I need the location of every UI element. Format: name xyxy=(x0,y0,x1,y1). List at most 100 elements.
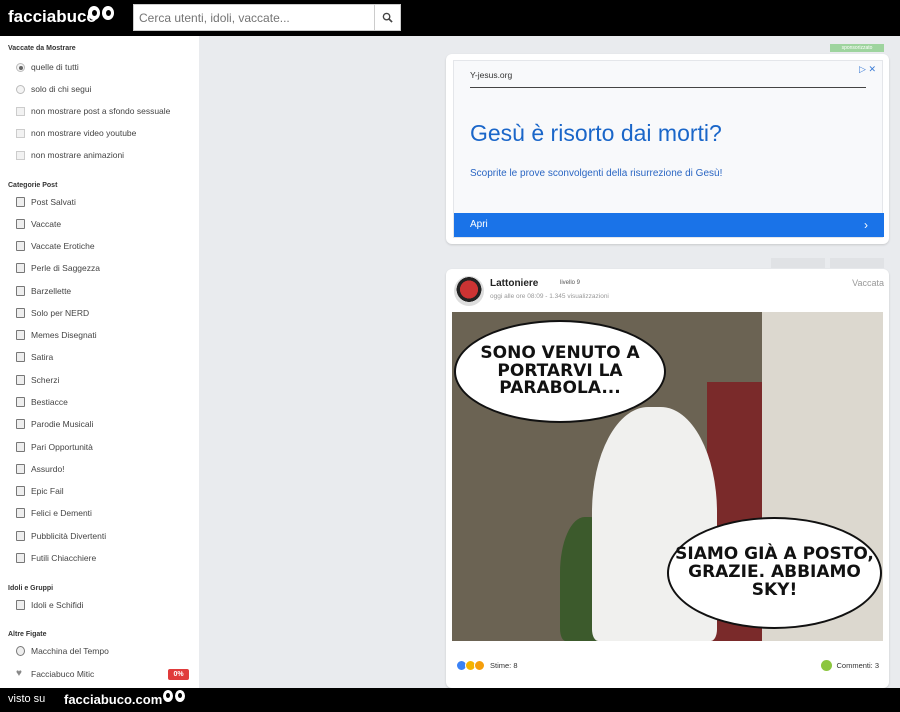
wow-icon xyxy=(474,659,485,671)
checkbox-icon[interactable] xyxy=(16,128,25,138)
filter-all[interactable]: quelle di tutti xyxy=(16,59,79,75)
category-macchina-tempo[interactable]: Macchina del Tempo xyxy=(16,643,109,659)
category-assurdo[interactable]: Assurdo! xyxy=(16,461,65,477)
divider xyxy=(470,87,866,88)
post-tab[interactable] xyxy=(771,258,825,268)
filter-label: quelle di tutti xyxy=(31,62,79,72)
ad-label: sponsorizzato xyxy=(830,44,884,52)
category-scherzi[interactable]: Scherzi xyxy=(16,372,59,388)
category-label: Perle di Saggezza xyxy=(31,263,100,273)
category-memes[interactable]: Memes Disegnati xyxy=(16,327,97,343)
search-button[interactable] xyxy=(374,5,400,30)
likes[interactable]: Stime: 8 xyxy=(456,658,518,672)
seen-on-text: visto su xyxy=(8,693,46,705)
category-label: Bestiacce xyxy=(31,397,68,407)
category-label: Macchina del Tempo xyxy=(31,646,109,656)
equality-icon xyxy=(16,442,25,452)
ad-close-icon[interactable]: ▷ ✕ xyxy=(859,64,876,75)
ad-headline[interactable]: Gesù è risorto dai morti? xyxy=(470,120,722,147)
category-label: Felici e Dementi xyxy=(31,508,92,518)
filter-label: non mostrare video youtube xyxy=(31,128,137,138)
category-barzellette[interactable]: Barzellette xyxy=(16,283,71,299)
fail-icon xyxy=(16,486,25,496)
categories-title: Categorie Post xyxy=(8,182,58,189)
percent-badge: 0% xyxy=(168,669,189,680)
category-mitic[interactable]: ♥ Facciabuco Mitic xyxy=(16,666,94,682)
animal-icon xyxy=(16,397,25,407)
filter-no-sexual[interactable]: non mostrare post a sfondo sessuale xyxy=(16,103,170,119)
search-icon xyxy=(382,12,393,23)
category-label: Solo per NERD xyxy=(31,308,90,318)
likes-count: Stime: 8 xyxy=(490,660,518,670)
search-input[interactable] xyxy=(134,5,374,30)
category-satira[interactable]: Satira xyxy=(16,349,53,365)
checkbox-icon[interactable] xyxy=(16,106,25,116)
comments[interactable]: Commenti: 3 xyxy=(821,658,879,672)
radio-icon[interactable] xyxy=(16,62,25,72)
lips-icon xyxy=(16,241,25,251)
heart-icon: ♥ xyxy=(16,668,22,679)
cow-icon xyxy=(16,219,25,229)
category-epic-fail[interactable]: Epic Fail xyxy=(16,483,64,499)
category-label: Futili Chiacchiere xyxy=(31,553,97,563)
music-icon xyxy=(16,419,25,429)
category-pari-opportunita[interactable]: Pari Opportunità xyxy=(16,439,93,455)
filter-no-animations[interactable]: non mostrare animazioni xyxy=(16,147,124,163)
category-label: Barzellette xyxy=(31,286,72,296)
speech-bubble-bottom: SIAMO GIÀ A POSTO, GRAZIE. ABBIAMO SKY! xyxy=(667,517,882,629)
category-label: Memes Disegnati xyxy=(31,330,97,340)
absurd-icon xyxy=(16,464,25,474)
category-label: Satira xyxy=(31,352,54,362)
filter-label: non mostrare post a sfondo sessuale xyxy=(31,106,171,116)
ad-subtitle[interactable]: Scoprite le prove sconvolgenti della ris… xyxy=(470,168,722,179)
filter-label: solo di chi segui xyxy=(31,84,92,94)
category-label: Epic Fail xyxy=(31,486,64,496)
category-parodie[interactable]: Parodie Musicali xyxy=(16,416,93,432)
post-username[interactable]: Lattoniere xyxy=(490,278,538,289)
ad-card[interactable]: Y-jesus.org ▷ ✕ Gesù è risorto dai morti… xyxy=(446,54,889,244)
category-label: Post Salvati xyxy=(31,197,76,207)
ad-url[interactable]: Y-jesus.org xyxy=(470,70,512,80)
footer-eyes-icon xyxy=(163,690,189,708)
radio-icon[interactable] xyxy=(16,84,25,94)
category-post-salvati[interactable]: Post Salvati xyxy=(16,194,76,210)
category-label: Idoli e Schifidi xyxy=(31,600,84,610)
post-card: Lattoniere livello 9 oggi alle ore 08:09… xyxy=(446,269,889,688)
category-idoli[interactable]: Idoli e Schifidi xyxy=(16,597,83,613)
ad-open-button[interactable]: Apri › xyxy=(454,213,884,237)
filter-no-youtube[interactable]: non mostrare video youtube xyxy=(16,125,136,141)
ad-content: Y-jesus.org ▷ ✕ Gesù è risorto dai morti… xyxy=(453,60,884,238)
category-label: Scherzi xyxy=(31,375,60,385)
category-label: Facciabuco Mitic xyxy=(31,669,95,679)
category-label: Vaccate Erotiche xyxy=(31,241,95,251)
checkbox-icon[interactable] xyxy=(16,150,25,160)
category-bestiacce[interactable]: Bestiacce xyxy=(16,394,68,410)
joke-icon xyxy=(16,286,25,296)
chevron-right-icon: › xyxy=(864,218,868,232)
top-bar: facciabuco xyxy=(0,0,900,36)
category-felici[interactable]: Felici e Dementi xyxy=(16,505,92,521)
category-vaccate-erotiche[interactable]: Vaccate Erotiche xyxy=(16,238,95,254)
prank-icon xyxy=(16,375,25,385)
category-chiacchiere[interactable]: Futili Chiacchiere xyxy=(16,550,96,566)
category-label: Vaccate xyxy=(31,219,62,229)
chat-icon xyxy=(16,553,25,563)
category-vaccate[interactable]: Vaccate xyxy=(16,216,61,232)
post-image[interactable]: SONO VENUTO A PORTARVI LA PARABOLA... SI… xyxy=(452,312,883,641)
avatar[interactable] xyxy=(454,276,484,306)
clock-icon xyxy=(16,646,25,656)
logo-eyes-icon xyxy=(88,6,116,28)
category-nerd[interactable]: Solo per NERD xyxy=(16,305,89,321)
category-label: Parodie Musicali xyxy=(31,419,94,429)
ad-icon xyxy=(16,531,25,541)
post-type[interactable]: Vaccata xyxy=(852,278,884,288)
idols-title: Idoli e Gruppi xyxy=(8,585,54,592)
pearl-icon xyxy=(16,263,25,273)
logo[interactable]: facciabuco xyxy=(8,7,97,27)
post-tab[interactable] xyxy=(830,258,884,268)
controller-icon xyxy=(16,308,25,318)
filter-followed[interactable]: solo di chi segui xyxy=(16,81,91,97)
bookmark-icon xyxy=(16,197,25,207)
category-pubblicita[interactable]: Pubblicità Divertenti xyxy=(16,528,106,544)
category-perle[interactable]: Perle di Saggezza xyxy=(16,260,100,276)
